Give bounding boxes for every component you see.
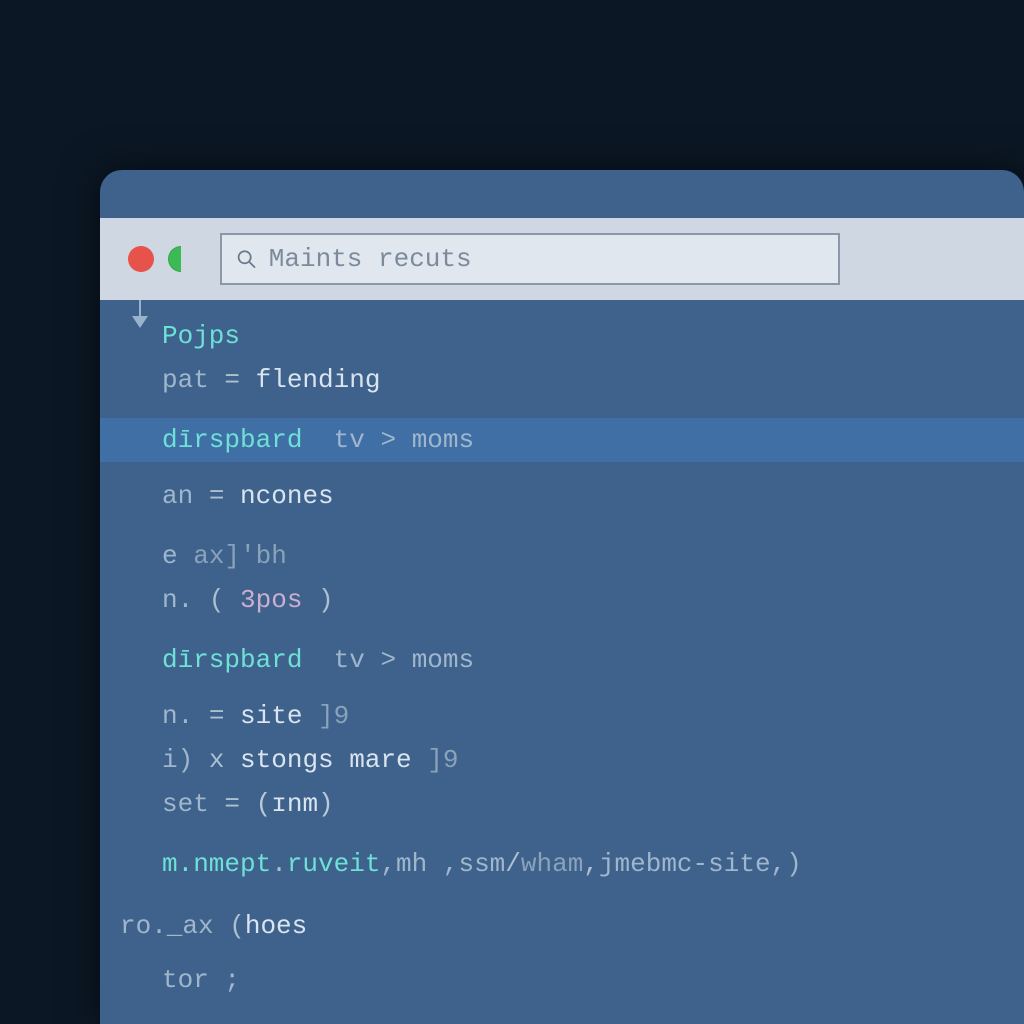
code-token: ro._ax <box>120 911 214 941</box>
code-line[interactable]: an = ncones <box>100 474 1024 518</box>
code-token: dīrspbard <box>162 425 302 455</box>
traffic-lights <box>128 246 194 272</box>
code-token: set <box>162 789 209 819</box>
code-line[interactable]: set = (ɪnm) <box>100 782 1024 826</box>
code-token: pat <box>162 365 209 395</box>
code-token: n. <box>162 585 193 615</box>
code-line[interactable]: tor ; <box>100 958 1024 1002</box>
code-token <box>396 645 412 675</box>
search-bar[interactable] <box>220 233 840 285</box>
editor-window: Pojps pat = flending dīrspbard tv > moms an… <box>100 170 1024 1024</box>
code-token: ]9 <box>318 701 349 731</box>
code-token: e <box>162 541 193 571</box>
code-token: / <box>505 849 521 879</box>
code-token: > <box>380 645 396 675</box>
code-token: i) <box>162 745 193 775</box>
code-line[interactable]: n. = site ]9 <box>100 694 1024 738</box>
code-line[interactable]: pat = flending <box>100 358 1024 402</box>
collapse-icon[interactable] <box>132 316 148 328</box>
code-token <box>365 645 381 675</box>
code-token: moms <box>412 645 474 675</box>
code-token: tv <box>334 425 365 455</box>
code-line[interactable]: Pojps <box>100 314 1024 358</box>
search-input[interactable] <box>269 244 824 274</box>
code-token <box>365 425 381 455</box>
code-token: x <box>193 745 240 775</box>
code-token: ) <box>302 585 333 615</box>
code-token: flending <box>256 365 381 395</box>
code-token: ( <box>214 911 245 941</box>
code-token: > <box>380 425 396 455</box>
code-token: tor ; <box>162 965 240 995</box>
code-token: ( <box>256 789 272 819</box>
code-token: stongs mare <box>240 745 427 775</box>
code-token: ]9 <box>427 745 458 775</box>
code-token: dīrspbard <box>162 645 302 675</box>
code-token: ) <box>318 789 334 819</box>
code-token: an <box>162 481 193 511</box>
code-line[interactable]: ro._ax (hoes <box>100 904 1024 948</box>
code-line[interactable]: m.nmept.ruveit,mh ,ssm/wham,jmebmc-site,… <box>100 842 1024 886</box>
code-token <box>396 425 412 455</box>
code-token <box>302 425 333 455</box>
code-token: jmebmc <box>599 849 693 879</box>
close-icon[interactable] <box>128 246 154 272</box>
code-line[interactable]: sxsastiomill, ʒK <box>100 1018 1024 1024</box>
code-token: ɪnm <box>271 789 318 819</box>
code-token: moms <box>412 425 474 455</box>
code-token: = <box>209 365 256 395</box>
code-token: m.nmept <box>162 849 271 879</box>
code-line[interactable]: n. ( 3pos ) <box>100 578 1024 622</box>
code-token: ruveit <box>287 849 381 879</box>
code-token: n. <box>162 701 193 731</box>
code-line[interactable]: i) x stongs mare ]9 <box>100 738 1024 782</box>
code-token: Pojps <box>162 321 240 351</box>
code-token: hoes <box>245 911 307 941</box>
code-token: -site,) <box>693 849 802 879</box>
code-token: . <box>271 849 287 879</box>
code-token: site <box>240 701 318 731</box>
code-token: ncones <box>240 481 334 511</box>
code-token: = <box>193 701 240 731</box>
code-token: wham <box>521 849 583 879</box>
code-token: = <box>209 789 256 819</box>
code-line[interactable]: e ax]'bh <box>100 534 1024 578</box>
code-token: ( <box>193 585 240 615</box>
code-token: ,mh ,ssm <box>380 849 505 879</box>
titlebar <box>100 218 1024 300</box>
code-editor[interactable]: Pojps pat = flending dīrspbard tv > moms an… <box>100 300 1024 1024</box>
search-icon <box>236 248 257 270</box>
code-token: 3pos <box>240 585 302 615</box>
code-line-selected[interactable]: dīrspbard tv > moms <box>100 418 1024 462</box>
code-line[interactable]: dīrspbard tv > moms <box>100 638 1024 682</box>
code-token: tv <box>334 645 365 675</box>
code-token: = <box>193 481 240 511</box>
maximize-icon[interactable] <box>168 246 194 272</box>
code-token <box>302 645 333 675</box>
code-token: ax]'bh <box>193 541 287 571</box>
code-token: , <box>583 849 599 879</box>
